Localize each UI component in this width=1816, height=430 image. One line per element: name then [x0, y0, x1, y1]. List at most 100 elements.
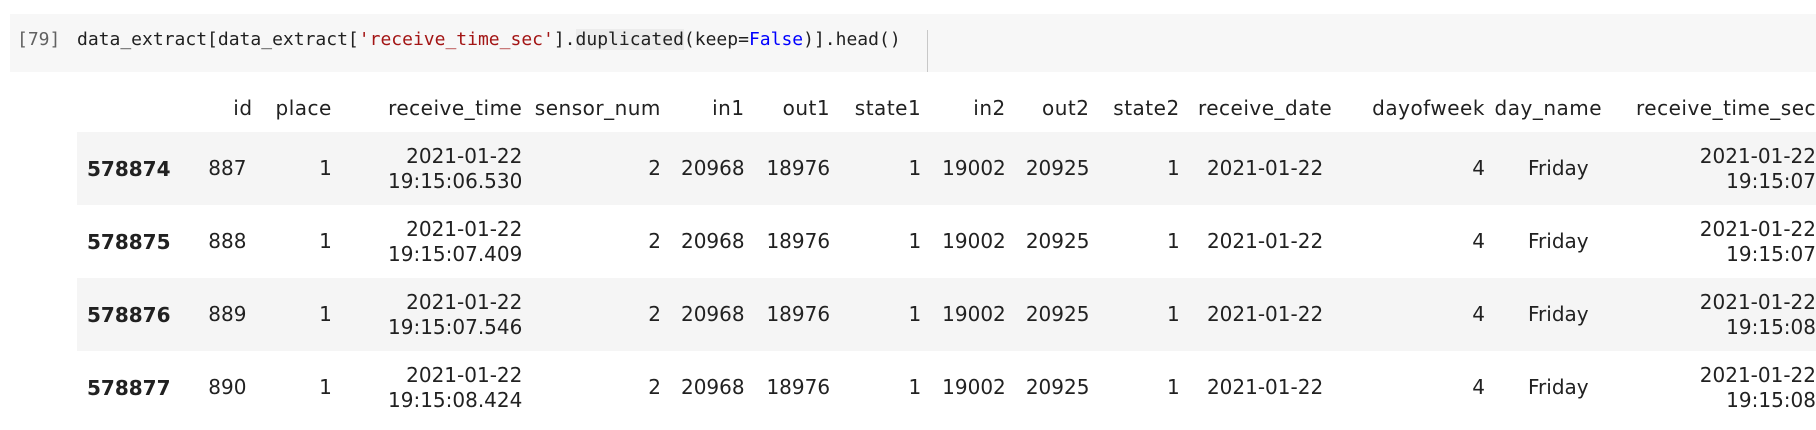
- cell-receive-time: 2021-01-22 19:15:08.424: [332, 351, 523, 424]
- cell-state1: 1: [908, 302, 922, 326]
- cell-place: 1: [319, 229, 332, 253]
- cell-state1: 1: [908, 375, 922, 399]
- cell-place: 1: [319, 302, 332, 326]
- cell-receive-time: 2021-01-22 19:15:06.530: [332, 132, 523, 205]
- row-index: 578877: [87, 375, 171, 400]
- cell-day-name: Friday: [1527, 156, 1589, 180]
- cell-dayofweek: 4: [1472, 156, 1485, 180]
- cell-receive-date: 2021-01-22: [1206, 302, 1324, 326]
- code-string-token: 'receive_time_sec': [358, 29, 554, 50]
- column-header: out1: [782, 96, 831, 120]
- cell-in2: 19002: [942, 156, 1006, 180]
- cell-place: 1: [319, 375, 332, 399]
- cell-dayofweek: 4: [1472, 229, 1485, 253]
- code-token: ].: [553, 29, 576, 50]
- cell-receive-time-sec: 2021-01-22 19:15:08: [1612, 278, 1816, 351]
- cell-out1: 18976: [766, 375, 831, 399]
- table-row: 578875 888 1 2021-01-22 19:15:07.409 2 20…: [77, 205, 1816, 278]
- cell-state2: 1: [1166, 302, 1180, 326]
- table-row: 578876 889 1 2021-01-22 19:15:07.546 2 20…: [77, 278, 1816, 351]
- receive-time-sec-date: 2021-01-22: [1699, 289, 1816, 314]
- code-token: (keep=: [683, 29, 749, 50]
- cell-in1: 20968: [680, 375, 745, 399]
- index-header: [77, 84, 194, 132]
- cell-receive-time-sec: 2021-01-22 19:15:07: [1612, 132, 1816, 205]
- cell-receive-date: 2021-01-22: [1206, 229, 1324, 253]
- cell-sensor-num: 2: [648, 229, 661, 253]
- column-header: state2: [1113, 96, 1180, 120]
- cell-out2: 20925: [1025, 229, 1090, 253]
- column-header: receive_date: [1197, 96, 1333, 120]
- cell-out1: 18976: [766, 302, 831, 326]
- cell-in1: 20968: [680, 229, 745, 253]
- column-header: in2: [973, 96, 1006, 120]
- code-method-token: duplicated: [575, 29, 684, 50]
- cell-receive-time-sec: 2021-01-22 19:15:08: [1612, 351, 1816, 424]
- receive-time-date: 2021-01-22: [406, 216, 523, 241]
- column-header: out2: [1041, 96, 1090, 120]
- column-header: state1: [854, 96, 922, 120]
- receive-time-sec-date: 2021-01-22: [1699, 216, 1816, 241]
- column-header: receive_time: [388, 96, 523, 120]
- cell-dayofweek: 4: [1472, 302, 1485, 326]
- cell-day-name: Friday: [1527, 302, 1589, 326]
- code-cell[interactable]: [79] data_extract[data_extract['receive_…: [10, 14, 1816, 72]
- header-row: id place receive_time sensor_num in1 out…: [77, 84, 1816, 132]
- receive-time-sec-date: 2021-01-22: [1699, 143, 1816, 168]
- receive-time-sec-date: 2021-01-22: [1699, 362, 1816, 387]
- cell-sensor-num: 2: [648, 375, 661, 399]
- cell-in1: 20968: [680, 302, 745, 326]
- cell-out1: 18976: [766, 229, 831, 253]
- table-row: 578877 890 1 2021-01-22 19:15:08.424 2 20…: [77, 351, 1816, 424]
- cell-state1: 1: [908, 156, 922, 180]
- code-keyword-token: False: [748, 29, 804, 50]
- receive-time-sec-clock: 19:15:08: [1726, 387, 1816, 412]
- receive-time-date: 2021-01-22: [406, 362, 523, 387]
- receive-time-date: 2021-01-22: [406, 289, 523, 314]
- receive-time-sec-clock: 19:15:07: [1726, 168, 1816, 193]
- cell-receive-time: 2021-01-22 19:15:07.546: [332, 278, 523, 351]
- column-header: receive_time_sec: [1636, 96, 1816, 120]
- column-header: dayofweek: [1372, 96, 1485, 120]
- row-index: 578875: [87, 229, 171, 254]
- cell-id: 887: [208, 156, 247, 180]
- dataframe-output: id place receive_time sensor_num in1 out…: [77, 84, 1816, 424]
- receive-time-sec-clock: 19:15:07: [1726, 241, 1816, 266]
- receive-time-clock: 19:15:07.546: [388, 314, 523, 339]
- receive-time-clock: 19:15:07.409: [388, 241, 523, 266]
- table-row: 578874 887 1 2021-01-22 19:15:06.530 2 20…: [77, 132, 1816, 205]
- cell-place: 1: [319, 156, 332, 180]
- cell-sensor-num: 2: [648, 302, 661, 326]
- cell-state2: 1: [1166, 375, 1180, 399]
- code-token: data_extract[data_extract[: [77, 29, 359, 50]
- receive-time-date: 2021-01-22: [406, 143, 523, 168]
- cell-out1: 18976: [766, 156, 831, 180]
- cell-out2: 20925: [1025, 156, 1090, 180]
- code-token: )].head(): [803, 29, 901, 50]
- cell-state2: 1: [1166, 156, 1180, 180]
- cell-state2: 1: [1166, 229, 1180, 253]
- cell-out2: 20925: [1025, 302, 1090, 326]
- row-index: 578876: [87, 302, 171, 327]
- code-editor[interactable]: data_extract[data_extract['receive_time_…: [77, 29, 901, 50]
- cell-receive-date: 2021-01-22: [1206, 156, 1324, 180]
- cell-sensor-num: 2: [648, 156, 661, 180]
- cell-day-name: Friday: [1527, 229, 1589, 253]
- column-header: sensor_num: [534, 96, 661, 120]
- execution-count: [79]: [17, 29, 61, 50]
- cell-in2: 19002: [942, 375, 1006, 399]
- cell-in1: 20968: [680, 156, 745, 180]
- cell-receive-date: 2021-01-22: [1206, 375, 1324, 399]
- cell-receive-time-sec: 2021-01-22 19:15:07: [1612, 205, 1816, 278]
- cell-receive-time: 2021-01-22 19:15:07.409: [332, 205, 523, 278]
- cell-dayofweek: 4: [1472, 375, 1485, 399]
- cell-id: 889: [208, 302, 247, 326]
- cell-id: 888: [208, 229, 247, 253]
- column-header: place: [275, 96, 332, 120]
- cell-in2: 19002: [942, 302, 1006, 326]
- cell-day-name: Friday: [1527, 375, 1589, 399]
- receive-time-clock: 19:15:06.530: [388, 168, 523, 193]
- text-cursor: [927, 30, 928, 72]
- row-index: 578874: [87, 156, 171, 181]
- column-header: in1: [712, 96, 745, 120]
